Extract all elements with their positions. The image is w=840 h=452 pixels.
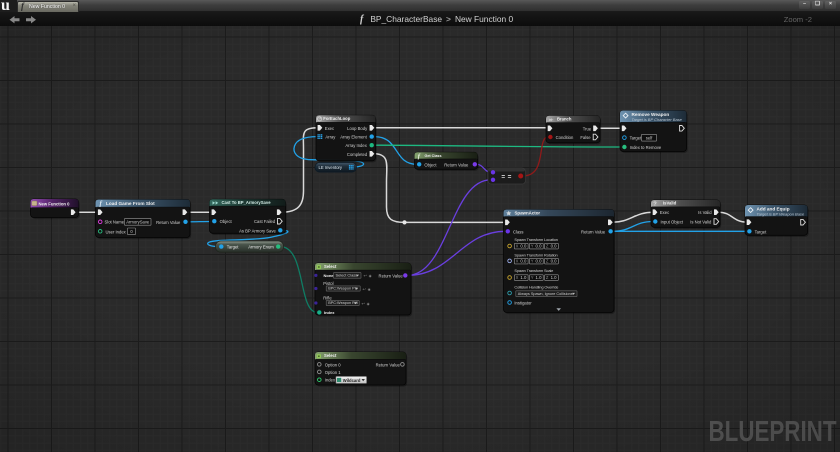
svg-text:Spawn Transform Location: Spawn Transform Location	[514, 237, 557, 242]
svg-text:Select: Select	[324, 353, 337, 358]
svg-text:Collision Handling Override: Collision Handling Override	[514, 284, 558, 289]
svg-text:Z: Z	[546, 244, 549, 249]
svg-text:Y: Y	[531, 244, 534, 249]
svg-text:Always Spawn, Ignore Collision: Always Spawn, Ignore Collisions	[518, 292, 573, 296]
svg-text:Target is BP Character Base: Target is BP Character Base	[632, 117, 683, 122]
svg-text:Exec: Exec	[325, 126, 334, 131]
svg-text:Return Value: Return Value	[379, 273, 404, 278]
svg-text:BPC:Weapon Pis: BPC:Weapon Pis	[328, 286, 357, 290]
svg-text:New Function 0: New Function 0	[39, 202, 71, 207]
svg-text:Branch: Branch	[557, 116, 572, 121]
svg-text:Return Value: Return Value	[581, 229, 606, 234]
svg-text:Index: Index	[324, 310, 335, 315]
svg-text:0.0: 0.0	[536, 244, 543, 249]
svg-text:Spawn Transform Rotation: Spawn Transform Rotation	[514, 252, 557, 257]
svg-text:Return Value: Return Value	[376, 362, 401, 367]
svg-text:Cast To BP_ArmorySave: Cast To BP_ArmorySave	[222, 200, 272, 205]
svg-text:ArmorySave: ArmorySave	[126, 220, 150, 225]
svg-text:Index to Remove: Index to Remove	[630, 145, 662, 150]
svg-text:BPC:Weapon Rifl: BPC:Weapon Rifl	[328, 301, 358, 305]
svg-text:Is Not Valid: Is Not Valid	[690, 219, 712, 224]
svg-text:Array: Array	[325, 135, 336, 140]
svg-text:= =: = =	[501, 174, 511, 181]
svg-text:?: ?	[653, 201, 657, 207]
svg-text:Target: Target	[630, 136, 642, 141]
svg-text:ForEachLoop: ForEachLoop	[323, 116, 350, 121]
svg-text:Cast Failed: Cast Failed	[254, 219, 276, 224]
svg-text:Option 0: Option 0	[325, 362, 342, 367]
svg-text:Slot Name: Slot Name	[105, 220, 125, 225]
svg-text:Option 1: Option 1	[325, 370, 342, 375]
svg-text:X: X	[516, 244, 519, 249]
svg-text:SpawnActor: SpawnActor	[515, 210, 541, 215]
svg-text:0.0: 0.0	[551, 244, 558, 249]
svg-text:None: None	[324, 273, 335, 278]
svg-text:Loop Body: Loop Body	[347, 126, 368, 131]
svg-text:Z: Z	[546, 275, 549, 280]
svg-text:Is Valid: Is Valid	[698, 210, 712, 215]
svg-text:LE Inventory: LE Inventory	[319, 165, 343, 170]
svg-text:Rifle: Rifle	[323, 296, 332, 301]
svg-text:1.0: 1.0	[520, 275, 527, 280]
svg-text:Target is BP Weapon Base: Target is BP Weapon Base	[757, 212, 805, 217]
svg-text:Completed: Completed	[347, 152, 368, 157]
svg-text:Target: Target	[227, 244, 239, 249]
svg-text:Index: Index	[325, 378, 336, 383]
svg-text:Select: Select	[324, 264, 337, 269]
svg-text:Return Value: Return Value	[156, 220, 181, 225]
svg-text:Array Index: Array Index	[345, 143, 367, 148]
svg-text:Array Element: Array Element	[340, 135, 367, 140]
svg-text:BLUEPRINT: BLUEPRINT	[709, 416, 837, 448]
svg-text:Armory Enum: Armory Enum	[248, 245, 274, 250]
svg-text:Class: Class	[513, 229, 523, 234]
svg-text:1.0: 1.0	[536, 275, 543, 280]
svg-text:1.0: 1.0	[551, 275, 558, 280]
svg-text:Object: Object	[424, 162, 437, 167]
svg-text:0.0: 0.0	[520, 244, 527, 249]
svg-text:Select Class: Select Class	[336, 273, 358, 278]
svg-text:As BP Armory Save: As BP Armory Save	[239, 228, 276, 233]
svg-text:Wildcard: Wildcard	[343, 378, 361, 383]
svg-text:X: X	[516, 259, 519, 264]
svg-text:0.0: 0.0	[520, 259, 527, 264]
svg-text:User Index: User Index	[106, 229, 127, 234]
svg-text:X: X	[516, 275, 519, 280]
svg-text:Y: Y	[531, 275, 534, 280]
svg-text:IsValid: IsValid	[663, 201, 677, 206]
svg-text:Z: Z	[546, 259, 549, 264]
svg-text:Target: Target	[755, 229, 767, 234]
svg-text:0.0: 0.0	[536, 259, 543, 264]
svg-text:Load Game From Slot: Load Game From Slot	[106, 201, 155, 206]
svg-text:Input Object: Input Object	[661, 219, 684, 224]
svg-text:Return Value: Return Value	[444, 162, 469, 167]
svg-text:Exec: Exec	[660, 210, 669, 215]
svg-text:Condition: Condition	[556, 135, 574, 140]
svg-text:Y: Y	[531, 259, 534, 264]
svg-text:self: self	[646, 136, 653, 141]
svg-text:Get Class: Get Class	[425, 154, 442, 158]
svg-text:False: False	[580, 135, 591, 140]
svg-text:0.0: 0.0	[551, 259, 558, 264]
svg-text:Spawn Transform Scale: Spawn Transform Scale	[514, 268, 553, 273]
svg-text:True: True	[583, 126, 592, 131]
svg-text:Instigator: Instigator	[514, 300, 532, 305]
svg-text:Object: Object	[220, 219, 233, 224]
